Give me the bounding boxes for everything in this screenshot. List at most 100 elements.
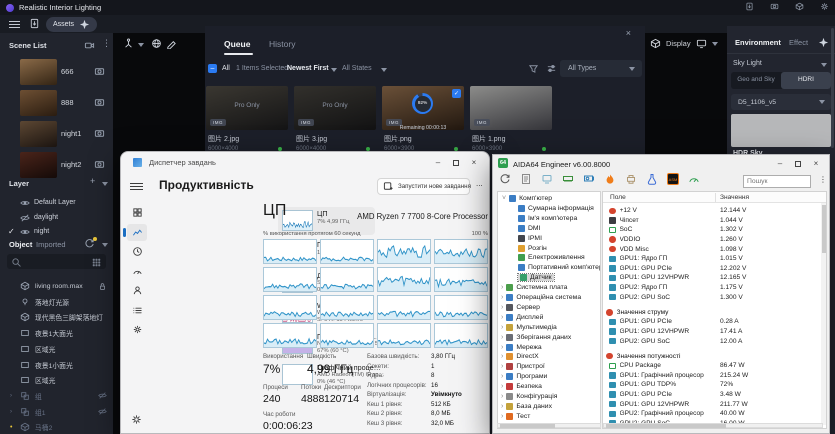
tree-expand-caret[interactable]: ›: [501, 324, 503, 331]
aida-sensor-row[interactable]: GPU1: GPU PCIe0.28 A: [603, 317, 821, 327]
aida-sensor-row[interactable]: Значення струму: [603, 308, 821, 318]
aida-sensor-row[interactable]: GPU1: Ядро ГП1.015 V: [603, 254, 821, 264]
display-label[interactable]: Display: [666, 39, 691, 48]
tree-expand-caret[interactable]: ›: [501, 403, 503, 410]
queue-close-icon[interactable]: ×: [626, 28, 631, 38]
aida-sensor-row[interactable]: GPU1: Графічний процесор215.24 W: [603, 371, 821, 381]
aida-tool-refresh[interactable]: [499, 173, 511, 185]
aida-sensor-row[interactable]: GPU2: GPU SoC12.00 A: [603, 336, 821, 346]
cube-icon[interactable]: [650, 38, 661, 49]
aida-sensor-row[interactable]: GPU1: GPU 12VHPWR211.77 W: [603, 399, 821, 409]
object-expand-caret[interactable]: ›: [10, 393, 15, 399]
tm-nav-menu-icon[interactable]: [130, 183, 143, 190]
tree-expand-caret[interactable]: ›: [501, 413, 503, 420]
queue-card[interactable]: IMG图片 1.png6000×3900: [470, 86, 552, 158]
object-item[interactable]: 区域光: [0, 342, 113, 356]
layer-add-icon[interactable]: +: [90, 176, 95, 186]
tm-nav-performance[interactable]: [127, 224, 147, 241]
tm-minimize-button[interactable]: –: [429, 156, 447, 169]
queue-card[interactable]: IMG✓92%Remaining 00:00:13图片.png6000×3900: [382, 86, 464, 158]
object-item[interactable]: 夜景1小面光: [0, 358, 113, 372]
tree-item[interactable]: Портативний комп'ютер: [518, 264, 601, 271]
tm-nav-users[interactable]: [127, 282, 147, 299]
type-dropdown[interactable]: All Types: [560, 60, 642, 77]
object-item[interactable]: 现代黑色三脚架落地灯: [0, 310, 113, 324]
tree-item-collapsed[interactable]: ›Тест: [501, 413, 530, 420]
tab-environment[interactable]: Environment: [735, 38, 781, 47]
state-dropdown[interactable]: All States: [342, 65, 372, 72]
card-checkbox[interactable]: ✓: [452, 89, 461, 98]
display-caret-icon[interactable]: [712, 42, 718, 46]
aida-tool-device[interactable]: [541, 173, 553, 185]
layer-item[interactable]: Default Layer: [0, 196, 113, 210]
hdri-dropdown[interactable]: D5_1106_v5: [731, 94, 831, 110]
tree-expand-caret[interactable]: ›: [501, 363, 503, 370]
aida-search-input[interactable]: [743, 175, 811, 188]
hdri-preview[interactable]: [731, 114, 831, 147]
tree-expand-caret[interactable]: ›: [501, 314, 503, 321]
aida-sensor-row[interactable]: GPU2: GPU SoC1.300 V: [603, 292, 821, 302]
tree-expand-caret[interactable]: ›: [501, 344, 503, 351]
tree-item[interactable]: Ім'я комп'ютера: [518, 215, 577, 222]
scene-item[interactable]: night1: [0, 120, 113, 150]
object-collapse-icon[interactable]: [102, 243, 108, 247]
select-all-checkbox[interactable]: –: [208, 64, 217, 73]
sort-dropdown[interactable]: Newest First: [287, 65, 329, 72]
column-field[interactable]: Поле: [610, 194, 626, 201]
layer-collapse-icon[interactable]: [102, 182, 108, 186]
aida-sensor-row[interactable]: GPU1: GPU 12VHPWR12.165 V: [603, 273, 821, 283]
aida-sensor-row[interactable]: Значення потужності: [603, 351, 821, 361]
column-value[interactable]: Значення: [720, 194, 749, 201]
aida-tool-printer[interactable]: [625, 173, 637, 185]
import-icon[interactable]: [29, 18, 40, 29]
aida-tool-asm[interactable]: ASM: [667, 173, 679, 185]
tree-item-collapsed[interactable]: ›Операційна система: [501, 294, 581, 301]
monitor-icon[interactable]: [696, 38, 707, 49]
env-scrollbar[interactable]: [831, 28, 834, 148]
sort-caret-icon[interactable]: [331, 68, 337, 72]
aida-sensor-row[interactable]: GPU2: Ядро ГП1.175 V: [603, 283, 821, 293]
tree-item-collapsed[interactable]: ›Системна плата: [501, 284, 567, 291]
object-expand-caret[interactable]: ›: [10, 409, 15, 415]
aida-maximize-button[interactable]: [789, 157, 807, 170]
tree-item[interactable]: Електроживлення: [518, 254, 585, 261]
scene-video-icon[interactable]: [84, 40, 95, 51]
tm-settings-icon[interactable]: [131, 414, 142, 425]
grid-view-icon[interactable]: [91, 257, 102, 268]
env-sparkle-icon[interactable]: [818, 37, 829, 48]
tree-item-collapsed[interactable]: ›Програми: [501, 373, 547, 380]
tab-queue[interactable]: Queue: [224, 39, 250, 49]
object-search-input[interactable]: [7, 254, 106, 269]
aida-sensor-row[interactable]: GPU2: Графічний процесор40.00 W: [603, 409, 821, 419]
tool-caret-icon[interactable]: [138, 43, 144, 47]
tree-item[interactable]: IPMI: [518, 235, 542, 242]
aida-tool-benchmark[interactable]: [646, 173, 658, 185]
globe-icon[interactable]: [151, 38, 162, 49]
tree-expand-caret[interactable]: ›: [501, 294, 503, 301]
scene-more-icon[interactable]: ⋮: [102, 38, 111, 49]
object-item[interactable]: 落地灯光源: [0, 295, 113, 309]
tm-maximize-button[interactable]: [447, 156, 465, 169]
aida-tool-gpu[interactable]: [583, 173, 595, 185]
sky-light-caret-icon[interactable]: [821, 63, 827, 67]
scene-item[interactable]: night2: [0, 151, 113, 181]
tree-item-collapsed[interactable]: ›Сервер: [501, 304, 540, 311]
tree-expand-caret[interactable]: ›: [501, 383, 503, 390]
tm-nav-processes[interactable]: [127, 204, 147, 221]
aida-sensor-row[interactable]: GPU1: GPU PCIe3.48 W: [603, 390, 821, 400]
aida-v-scrollbar[interactable]: [821, 203, 826, 425]
queue-card[interactable]: IMGPro Only图片 3.jpg6000×4000: [294, 86, 376, 158]
aida-menu-kebab-icon[interactable]: ⋮: [819, 175, 827, 184]
tree-root-caret[interactable]: ˅: [502, 195, 506, 202]
aida-tool-report[interactable]: [520, 173, 532, 185]
object-item[interactable]: 区域光: [0, 373, 113, 387]
aida-sensor-row[interactable]: +12 V12.144 V: [603, 206, 821, 216]
filter-funnel-icon[interactable]: [528, 63, 539, 74]
tree-item-collapsed[interactable]: ›Пристрої: [501, 363, 545, 370]
tree-item-collapsed[interactable]: ›Дисплей: [501, 314, 543, 321]
segment-hdri[interactable]: HDRI: [781, 72, 831, 89]
aida-sensor-row[interactable]: VDD Misc1.098 V: [603, 244, 821, 254]
tm-nav-services[interactable]: [127, 321, 147, 338]
tree-item-collapsed[interactable]: ›Мережа: [501, 344, 542, 351]
tree-expand-caret[interactable]: ›: [501, 353, 503, 360]
